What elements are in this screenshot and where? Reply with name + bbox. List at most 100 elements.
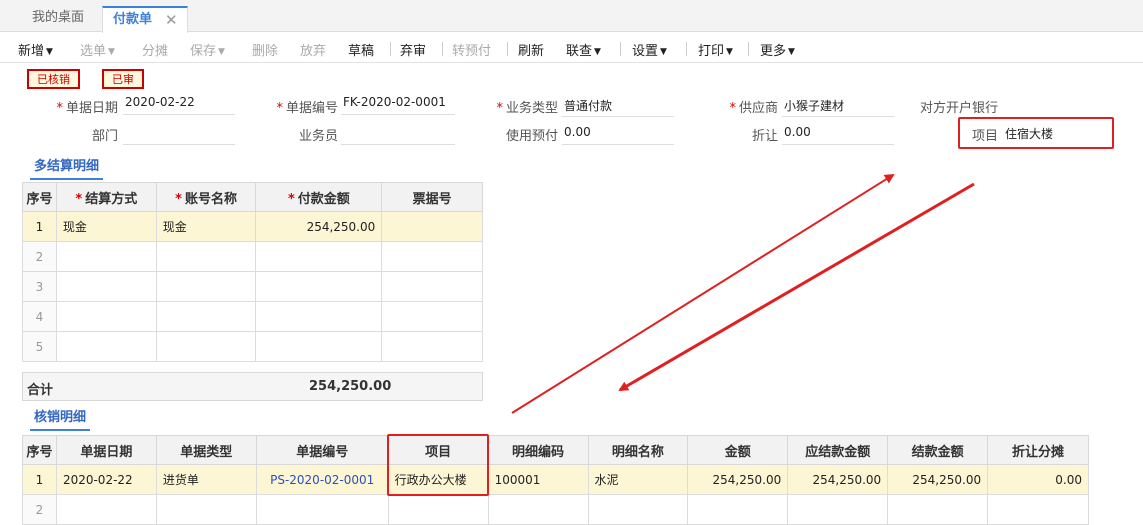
settings-button[interactable]: 设置 ▼ [632, 40, 667, 59]
print-button[interactable]: 打印 ▼ [698, 40, 733, 59]
chevron-down-icon: ▼ [726, 47, 733, 57]
prepay-field[interactable]: 0.00 [562, 125, 674, 145]
table-cell[interactable] [487, 494, 589, 525]
table-row[interactable]: 1 2020-02-22 进货单 PS-2020-02-0001 行政办公大楼 … [22, 464, 1089, 495]
column-header: 金额 [687, 435, 789, 465]
dept-field[interactable] [123, 125, 235, 145]
table-cell[interactable]: 0.00 [987, 464, 1089, 495]
column-header: 结款金额 [887, 435, 989, 465]
settlement-total-row: 合计 254,250.00 [22, 372, 483, 401]
table-row[interactable]: 3 [22, 271, 483, 302]
more-button[interactable]: 更多 ▼ [760, 40, 795, 59]
column-header: * 账号名称 [155, 182, 257, 212]
discount-field[interactable]: 0.00 [782, 125, 894, 145]
supplier-field[interactable]: 小猴子建材 [782, 97, 894, 117]
table-cell[interactable] [155, 301, 257, 332]
table-cell[interactable] [255, 271, 383, 302]
toolbar-divider [748, 42, 749, 56]
table-cell[interactable] [587, 494, 689, 525]
table-cell[interactable] [787, 494, 889, 525]
table-cell[interactable] [255, 241, 383, 272]
table-cell[interactable] [255, 331, 383, 362]
table-cell[interactable] [255, 301, 383, 332]
close-icon[interactable]: ✕ [165, 8, 178, 32]
chevron-down-icon: ▼ [788, 47, 795, 57]
table-cell[interactable] [387, 494, 489, 525]
settlement-table: 序号 * 结算方式 * 账号名称 * 付款金额 票据号 1 现金 现金 254,250… [22, 182, 483, 362]
chevron-down-icon: ▼ [660, 47, 667, 57]
table-row[interactable]: 2 [22, 241, 483, 272]
table-cell[interactable]: 254,250.00 [787, 464, 889, 495]
table-row[interactable]: 5 [22, 331, 483, 362]
table-cell[interactable] [55, 271, 157, 302]
chevron-down-icon: ▼ [594, 47, 601, 57]
table-cell[interactable]: 现金 [155, 211, 257, 242]
table-cell[interactable] [687, 494, 789, 525]
table-cell[interactable] [155, 494, 257, 525]
table-cell[interactable] [155, 241, 257, 272]
draft-button[interactable]: 草稿 [348, 40, 374, 59]
save-button[interactable]: 保存 ▼ [190, 40, 225, 59]
table-cell[interactable] [381, 211, 483, 242]
status-badge-audited: 已审 [102, 69, 144, 89]
table-cell[interactable] [381, 241, 483, 272]
date-field[interactable]: 2020-02-22 [123, 95, 235, 115]
column-header: 单据编号 [255, 435, 389, 465]
column-header: 折让分摊 [987, 435, 1089, 465]
tab-payment[interactable]: 付款单 ✕ [102, 6, 188, 33]
related-button[interactable]: 联查 ▼ [566, 40, 601, 59]
table-cell[interactable] [155, 271, 257, 302]
table-cell[interactable] [987, 494, 1089, 525]
biz-type-label: * 业务类型 [496, 101, 558, 116]
new-button[interactable]: 新增 ▼ [18, 40, 53, 59]
row-index: 2 [22, 241, 57, 272]
doc-no-field[interactable]: FK-2020-02-0001 [341, 95, 455, 115]
refresh-button[interactable]: 刷新 [518, 40, 544, 59]
to-prepay-button[interactable]: 转预付 [452, 40, 491, 59]
column-header: 单据类型 [155, 435, 257, 465]
table-cell[interactable]: 进货单 [155, 464, 257, 495]
table-cell[interactable] [55, 494, 157, 525]
table-row[interactable]: 2 [22, 494, 1089, 525]
row-index: 5 [22, 331, 57, 362]
table-cell[interactable] [381, 301, 483, 332]
table-cell[interactable] [55, 331, 157, 362]
tab-bar: 我的桌面 付款单 ✕ [0, 0, 1143, 33]
split-button[interactable]: 分摊 [142, 40, 168, 59]
highlight-box-project-column [387, 434, 489, 496]
table-cell[interactable] [155, 331, 257, 362]
table-cell[interactable]: 现金 [55, 211, 157, 242]
column-header: 单据日期 [55, 435, 157, 465]
table-cell[interactable]: 2020-02-22 [55, 464, 157, 495]
row-index: 2 [22, 494, 57, 525]
doc-no-label: * 单据编号 [276, 101, 338, 116]
total-value: 254,250.00 [309, 379, 392, 394]
table-cell[interactable] [55, 241, 157, 272]
column-header: 明细编码 [487, 435, 589, 465]
unaudit-button[interactable]: 弃审 [400, 40, 426, 59]
table-row[interactable]: 4 [22, 301, 483, 332]
table-cell[interactable]: 254,250.00 [887, 464, 989, 495]
table-cell[interactable] [255, 494, 389, 525]
prepay-label: 使用预付 [505, 129, 558, 144]
tab-home[interactable]: 我的桌面 [32, 6, 84, 32]
staff-field[interactable] [341, 125, 455, 145]
table-row[interactable]: 1 现金 现金 254,250.00 [22, 211, 483, 242]
discard-button[interactable]: 放弃 [300, 40, 326, 59]
table-cell[interactable] [381, 271, 483, 302]
table-cell[interactable] [55, 301, 157, 332]
table-cell[interactable]: 100001 [487, 464, 589, 495]
biz-type-field[interactable]: 普通付款 [562, 97, 674, 117]
table-cell[interactable] [887, 494, 989, 525]
toolbar-divider [442, 42, 443, 56]
table-cell[interactable]: 254,250.00 [687, 464, 789, 495]
column-header: 序号 [22, 435, 57, 465]
select-button[interactable]: 选单 ▼ [80, 40, 115, 59]
arrow-down-to-writeoff [618, 182, 975, 392]
table-cell[interactable] [381, 331, 483, 362]
delete-button[interactable]: 删除 [252, 40, 278, 59]
toolbar-divider [620, 42, 621, 56]
doc-no-link[interactable]: PS-2020-02-0001 [255, 464, 389, 495]
table-cell[interactable]: 水泥 [587, 464, 689, 495]
table-cell[interactable]: 254,250.00 [255, 211, 383, 242]
